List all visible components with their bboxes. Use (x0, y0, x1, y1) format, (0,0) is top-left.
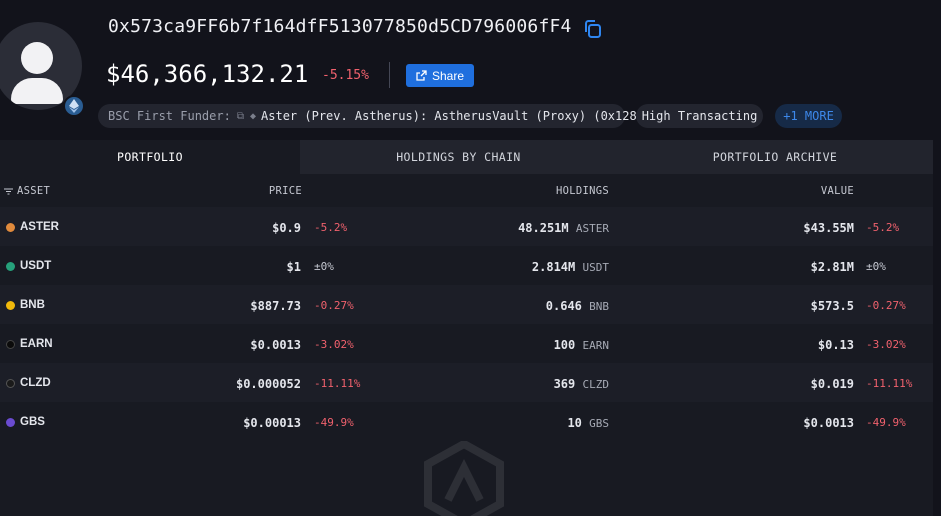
table-row[interactable]: GBS $0.00013 -49.9% 10 GBS $0.0013 -49.9… (0, 402, 933, 441)
table-row[interactable]: BNB $887.73 -0.27% 0.646 BNB $573.5 -0.2… (0, 285, 933, 324)
table-row[interactable]: USDT $1 ±0% 2.814M USDT $2.81M ±0% (0, 246, 933, 285)
token-symbol: CLZD (20, 377, 51, 389)
share-button[interactable]: Share (406, 64, 474, 87)
value-change: -3.02% (866, 338, 906, 351)
holding-unit: CLZD (582, 378, 610, 391)
holding-value: $0.13 (817, 338, 854, 352)
watermark-logo (424, 440, 504, 516)
price-change: -5.2% (314, 221, 348, 234)
token-price: $1 (286, 260, 301, 274)
holding-unit: USDT (582, 261, 610, 274)
tab-bar: PORTFOLIO HOLDINGS BY CHAIN PORTFOLIO AR… (0, 140, 933, 174)
price-change: -3.02% (314, 338, 354, 351)
share-icon (416, 70, 427, 81)
funder-tag[interactable]: BSC First Funder: ⧉ ◆ Aster (Prev. Asthe… (98, 104, 644, 128)
table-row[interactable]: ASTER $0.9 -5.2% 48.251M ASTER $43.55M -… (0, 207, 933, 246)
value-change: -11.11% (866, 377, 913, 390)
bnb-token-icon (6, 300, 15, 310)
holding-amount: 100 EARN (553, 338, 610, 352)
filter-icon (4, 187, 13, 195)
tab-holdings-by-chain[interactable]: HOLDINGS BY CHAIN (300, 140, 617, 174)
earn-token-icon (6, 339, 15, 349)
token-symbol: ASTER (20, 221, 59, 233)
divider (389, 62, 390, 88)
holding-unit: ASTER (575, 222, 609, 235)
holdings-table: ASTER $0.9 -5.2% 48.251M ASTER $43.55M -… (0, 207, 933, 441)
holding-unit: BNB (589, 300, 609, 313)
holding-value: $0.019 (810, 377, 854, 391)
asset-header-label: ASSET (17, 185, 51, 197)
wallet-address: 0x573ca9FF6b7f164dfF513077850d5CD796006f… (108, 16, 572, 37)
token-price: $0.00013 (243, 416, 301, 430)
token-symbol: BNB (20, 299, 45, 311)
price-change: -11.11% (314, 377, 361, 390)
tab-portfolio[interactable]: PORTFOLIO (0, 140, 300, 174)
value-change: -5.2% (866, 221, 900, 234)
clzd-token-icon (6, 378, 15, 388)
portfolio-balance: $46,366,132.21 (106, 60, 309, 88)
gbs-token-icon (6, 417, 15, 427)
portfolio-panel: PORTFOLIO HOLDINGS BY CHAIN PORTFOLIO AR… (0, 140, 933, 516)
usdt-token-icon (6, 261, 15, 271)
copy-icon[interactable] (582, 18, 604, 40)
holding-value: $43.55M (803, 221, 854, 235)
token-price: $887.73 (250, 299, 301, 313)
table-row[interactable]: CLZD $0.000052 -11.11% 369 CLZD $0.019 -… (0, 363, 933, 402)
token-price: $0.0013 (250, 338, 301, 352)
token-price: $0.9 (272, 221, 301, 235)
holding-amount: 2.814M USDT (531, 260, 610, 274)
token-symbol: GBS (20, 416, 45, 428)
avatar-head (21, 42, 53, 74)
avatar-shoulders (11, 78, 63, 104)
holding-amount: 48.251M ASTER (518, 221, 609, 235)
holding-amount: 10 GBS (567, 416, 609, 430)
holding-value: $2.81M (810, 260, 854, 274)
holding-amount: 369 CLZD (553, 377, 610, 391)
holdings-column-header[interactable]: HOLDINGS (556, 185, 609, 197)
value-change: ±0% (866, 260, 886, 273)
value-change: -49.9% (866, 416, 906, 429)
table-header: ASSET PRICE HOLDINGS VALUE (0, 174, 933, 207)
holding-unit: EARN (582, 339, 610, 352)
holding-value: $0.0013 (803, 416, 854, 430)
copy-small-icon: ⧉ ◆ (236, 110, 257, 122)
token-price: $0.000052 (235, 377, 301, 391)
funder-label: BSC First Funder: (108, 109, 231, 123)
balance-change: -5.15% (322, 68, 369, 83)
aster-token-icon (6, 222, 15, 232)
value-change: -0.27% (866, 299, 906, 312)
price-change: ±0% (314, 260, 334, 273)
price-change: -0.27% (314, 299, 354, 312)
price-change: -49.9% (314, 416, 354, 429)
token-symbol: USDT (20, 260, 52, 272)
holding-unit: GBS (589, 417, 609, 430)
asset-column-header[interactable]: ASSET (4, 185, 50, 197)
token-symbol: EARN (20, 338, 53, 350)
ethereum-chain-icon (63, 95, 85, 117)
value-column-header[interactable]: VALUE (821, 185, 854, 197)
tab-portfolio-archive[interactable]: PORTFOLIO ARCHIVE (617, 140, 933, 174)
high-transacting-tag[interactable]: High Transacting (636, 104, 763, 128)
holding-value: $573.5 (810, 299, 854, 313)
price-column-header[interactable]: PRICE (269, 185, 302, 197)
table-row[interactable]: EARN $0.0013 -3.02% 100 EARN $0.13 -3.02… (0, 324, 933, 363)
holding-amount: 0.646 BNB (545, 299, 609, 313)
share-label: Share (431, 68, 465, 83)
funder-value: Aster (Prev. Astherus): AstherusVault (P… (261, 109, 644, 123)
more-tags-button[interactable]: +1 MORE (775, 104, 842, 128)
